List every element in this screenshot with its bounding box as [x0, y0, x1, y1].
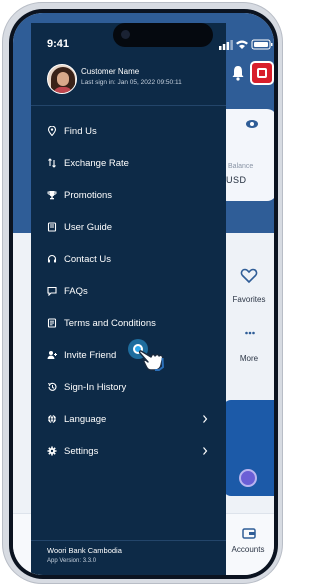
menu-item-terms-and-conditions[interactable]: Terms and Conditions [31, 307, 226, 339]
menu-item-settings[interactable]: Settings [31, 435, 226, 467]
drawer-divider-bottom [31, 540, 226, 541]
more-label[interactable]: More [227, 354, 271, 363]
accounts-tab-label[interactable]: Accounts [223, 545, 273, 554]
menu-item-user-guide[interactable]: User Guide [31, 211, 226, 243]
exchange-icon [48, 158, 56, 168]
avatar[interactable] [47, 64, 77, 94]
status-time: 9:41 [47, 38, 70, 50]
phone-bezel: ...able Balance *** USD Favorites More A… [9, 9, 278, 579]
gear-icon [47, 446, 57, 456]
menu-item-label: Terms and Conditions [64, 317, 156, 329]
eye-icon[interactable] [245, 117, 259, 131]
last-sign-in: Last sign in: Jan 05, 2022 09:50:11 [81, 79, 182, 86]
status-icons [219, 39, 273, 50]
chevron-right-icon [203, 415, 208, 423]
phone-frame: ...able Balance *** USD Favorites More A… [2, 2, 283, 584]
globe-icon [48, 414, 56, 424]
menu-item-label: User Guide [64, 221, 113, 233]
menu-item-sign-in-history[interactable]: Sign-In History [31, 371, 226, 403]
profile-name: Customer Name [81, 67, 140, 76]
side-drawer: Customer Name Last sign in: Jan 05, 2022… [31, 23, 226, 575]
camera-notch [113, 23, 213, 47]
menu-item-label: Invite Friend [64, 349, 117, 361]
chat-question-icon [47, 286, 57, 296]
location-pin-icon [47, 126, 57, 136]
menu-item-faqs[interactable]: FAQs [31, 275, 226, 307]
document-icon [47, 318, 57, 328]
phone-screen: ...able Balance *** USD Favorites More A… [13, 13, 274, 575]
trophy-icon [47, 191, 57, 200]
menu-button[interactable] [250, 61, 274, 85]
menu-item-label: Find Us [64, 125, 97, 137]
menu-item-label: Promotions [64, 189, 113, 201]
history-icon [47, 382, 57, 391]
heart-icon[interactable] [240, 267, 258, 285]
banner-orb-graphic [239, 469, 257, 487]
menu-item-contact-us[interactable]: Contact Us [31, 243, 226, 275]
headset-icon [47, 254, 57, 263]
menu-item-language[interactable]: Language [31, 403, 226, 435]
favorites-label[interactable]: Favorites [227, 295, 271, 304]
wallet-icon[interactable] [242, 527, 256, 539]
add-user-icon [47, 351, 57, 359]
drawer-divider-top [31, 105, 226, 106]
menu-item-label: Settings [64, 445, 99, 457]
menu-item-label: FAQs [64, 285, 88, 297]
menu-item-label: Contact Us [64, 253, 111, 265]
menu-item-exchange-rate[interactable]: Exchange Rate [31, 147, 226, 179]
menu-item-label: Sign-In History [64, 381, 127, 393]
more-dots-icon[interactable] [245, 331, 255, 335]
menu-item-label: Language [64, 413, 107, 425]
menu-item-promotions[interactable]: Promotions [31, 179, 226, 211]
menu-item-label: Exchange Rate [64, 157, 129, 169]
drawer-menu: Find Us Exchange Rate Promotions User Gu… [31, 115, 226, 467]
chevron-right-icon [203, 447, 208, 455]
bank-name: Woori Bank Cambodia [47, 546, 122, 555]
book-icon [47, 222, 57, 232]
profile-header[interactable]: Customer Name Last sign in: Jan 05, 2022… [47, 64, 225, 96]
app-version: App Version: 3.3.0 [47, 558, 97, 564]
menu-item-find-us[interactable]: Find Us [31, 115, 226, 147]
bell-icon[interactable] [231, 65, 245, 81]
pointing-hand-icon [138, 350, 165, 371]
